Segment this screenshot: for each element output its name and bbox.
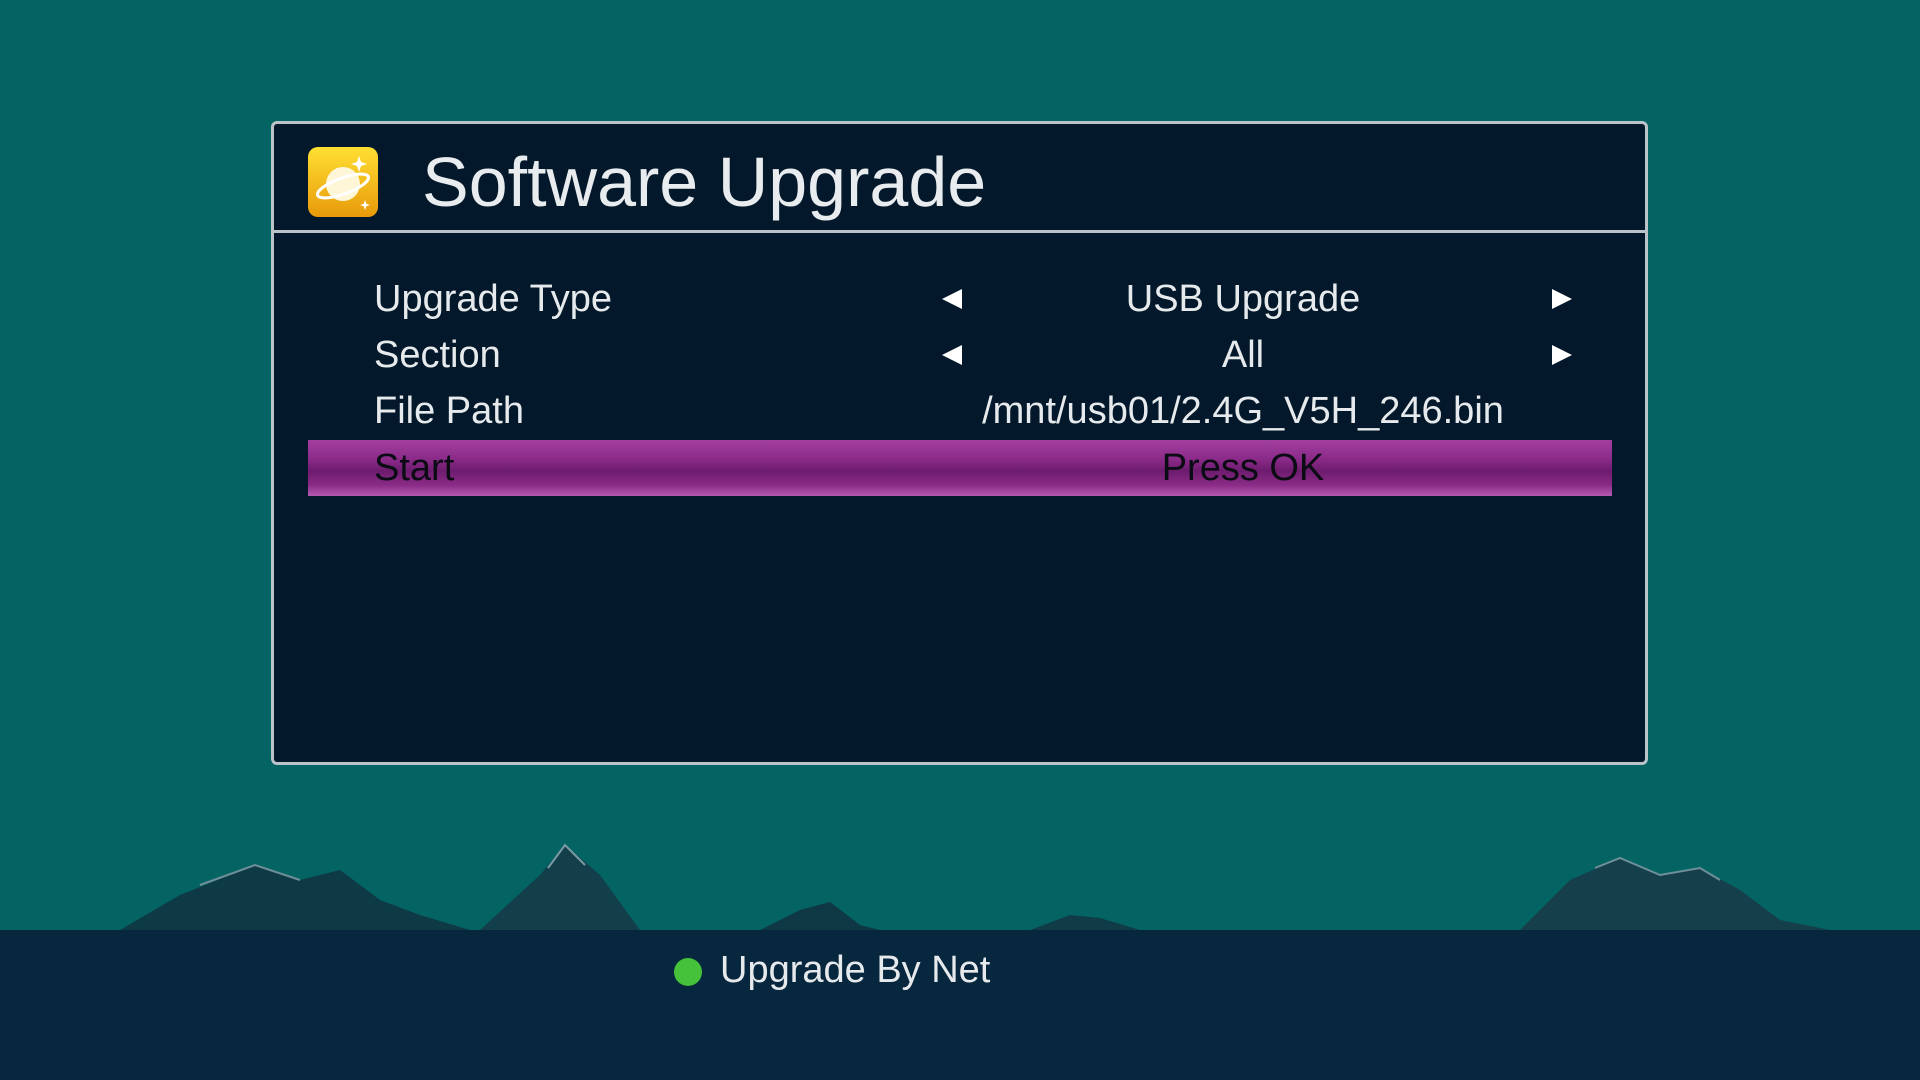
arrow-left-icon[interactable] [940, 287, 964, 311]
arrow-left-icon[interactable] [940, 343, 964, 367]
arrow-right-icon[interactable] [1550, 287, 1574, 311]
software-upgrade-dialog: Software Upgrade Upgrade Type USB Upgrad… [271, 121, 1648, 765]
menu-row-upgrade-type[interactable]: Upgrade Type USB Upgrade [308, 271, 1612, 327]
upgrade-type-label: Upgrade Type [374, 278, 613, 320]
upgrade-type-value[interactable]: USB Upgrade [998, 271, 1488, 327]
green-button-icon [674, 958, 702, 986]
planet-icon [308, 147, 378, 217]
section-label: Section [374, 334, 501, 376]
page-title: Software Upgrade [422, 143, 987, 221]
dialog-header: Software Upgrade [274, 124, 1645, 233]
menu-row-section[interactable]: Section All [308, 327, 1612, 383]
file-path-label: File Path [374, 390, 524, 432]
file-path-value[interactable]: /mnt/usb01/2.4G_V5H_246.bin [928, 383, 1558, 439]
start-label: Start [374, 447, 455, 489]
menu-row-file-path[interactable]: File Path /mnt/usb01/2.4G_V5H_246.bin [308, 383, 1612, 439]
section-value[interactable]: All [998, 327, 1488, 383]
menu-row-start[interactable]: Start Press OK [308, 440, 1612, 496]
upgrade-by-net-label: Upgrade By Net [720, 949, 991, 991]
footer-bar: Upgrade By Net [0, 930, 1920, 1080]
start-value: Press OK [1161, 447, 1325, 489]
arrow-right-icon[interactable] [1550, 343, 1574, 367]
